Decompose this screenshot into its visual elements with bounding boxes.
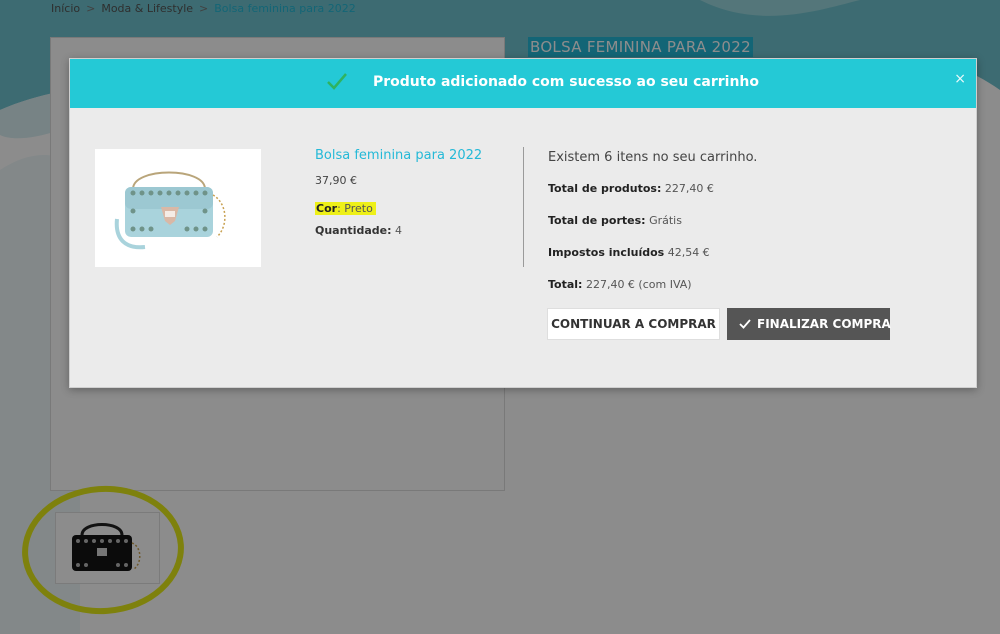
cart-modal: Produto adicionado com sucesso ao seu ca… <box>69 58 977 388</box>
product-price: 37,90 € <box>315 174 357 187</box>
products-total-value: 227,40 € <box>661 182 714 195</box>
taxes-label: Impostos incluídos <box>548 246 665 259</box>
taxes-value: 42,54 € <box>664 246 710 259</box>
shipping-total: Total de portes: Grátis <box>548 214 682 227</box>
products-total-label: Total de produtos: <box>548 182 662 195</box>
quantity-label: Quantidade: <box>315 224 392 237</box>
products-total: Total de produtos: 227,40 € <box>548 182 714 195</box>
product-name[interactable]: Bolsa feminina para 2022 <box>315 148 482 163</box>
modal-title: Produto adicionado com sucesso ao seu ca… <box>373 74 760 90</box>
total-label: Total: <box>548 278 583 291</box>
check-icon <box>326 71 348 95</box>
divider <box>523 147 524 267</box>
continue-shopping-button[interactable]: CONTINUAR A COMPRAR <box>547 308 720 340</box>
grand-total: Total: 227,40 € (com IVA) <box>548 278 692 291</box>
quantity-value: 4 <box>391 224 402 237</box>
product-color: Cor: Preto <box>315 202 376 215</box>
handbag-mint-image <box>95 149 261 267</box>
taxes-total: Impostos incluídos 42,54 € <box>548 246 710 259</box>
checkout-button[interactable]: FINALIZAR COMPRA <box>727 308 891 341</box>
color-value: : Preto <box>337 202 373 215</box>
cart-count-text: Existem 6 itens no seu carrinho. <box>548 150 758 165</box>
close-icon[interactable]: × <box>954 71 966 87</box>
modal-header: Produto adicionado com sucesso ao seu ca… <box>70 59 976 108</box>
shipping-label: Total de portes: <box>548 214 646 227</box>
check-icon <box>739 309 751 341</box>
product-image <box>95 149 261 267</box>
checkout-button-label: FINALIZAR COMPRA <box>757 317 891 331</box>
shipping-value: Grátis <box>645 214 682 227</box>
color-label: Cor <box>316 202 338 215</box>
total-value: 227,40 € (com IVA) <box>582 278 692 291</box>
product-quantity: Quantidade: 4 <box>315 224 402 237</box>
